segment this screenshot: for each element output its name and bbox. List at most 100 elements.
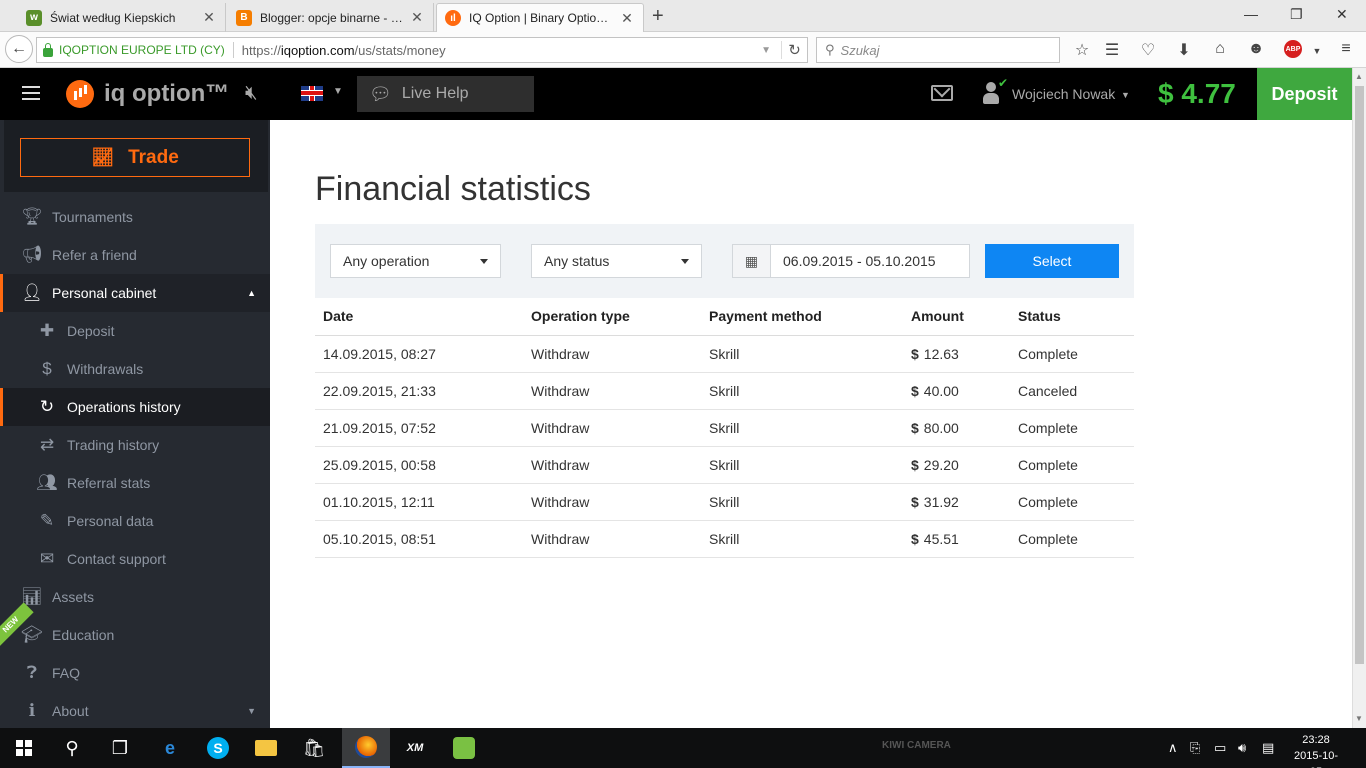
url-text[interactable]: https://iqoption.com/us/stats/money xyxy=(242,43,761,58)
row-operation-type: Withdraw xyxy=(523,335,701,373)
question-icon: ❓︎ xyxy=(26,663,38,682)
search-icon[interactable]: ⚲ xyxy=(48,728,96,768)
sidebar-item-personal-cabinet[interactable]: 👤︎ Personal cabinet ▲ xyxy=(0,274,270,312)
reading-list-icon[interactable]: ☰ xyxy=(1102,40,1122,60)
magnifier-icon: ⚲ xyxy=(825,42,835,57)
sidebar-item-refer-a-friend[interactable]: 📢︎ Refer a friend xyxy=(0,236,270,274)
caret-down-icon xyxy=(681,259,689,264)
operation-filter-select[interactable]: Any operation xyxy=(330,244,501,278)
sidebar-item-about[interactable]: ℹ︎ About ▼ xyxy=(0,692,270,730)
close-tab-icon[interactable]: ✕ xyxy=(619,10,635,27)
close-tab-icon[interactable]: ✕ xyxy=(201,9,217,26)
mute-speaker-icon[interactable]: 🔇︎ xyxy=(245,82,258,105)
reload-icon[interactable]: ↻ xyxy=(781,41,807,59)
system-clock[interactable]: 23:28 2015-10-05 xyxy=(1290,732,1342,768)
sidebar-item-referral-stats[interactable]: 👥︎ Referral stats xyxy=(0,464,270,502)
caret-down-icon[interactable]: ▼ xyxy=(333,86,343,97)
network-icon[interactable]: ⎘ xyxy=(1190,740,1200,756)
close-window-icon[interactable]: ✕ xyxy=(1336,6,1348,23)
uk-flag-icon[interactable] xyxy=(301,86,323,101)
task-view-icon[interactable]: ❐ xyxy=(96,728,144,768)
leaf-favicon-icon: w xyxy=(26,9,42,26)
file-explorer-folder-icon[interactable] xyxy=(242,728,290,768)
search-placeholder: Szukaj xyxy=(840,42,880,58)
adblock-icon[interactable]: ABP xyxy=(1284,40,1302,58)
sidebar-item-faq[interactable]: ❓︎ FAQ xyxy=(0,654,270,692)
deposit-button[interactable]: Deposit xyxy=(1257,68,1352,120)
home-icon[interactable]: ⌂ xyxy=(1210,40,1230,58)
row-payment-method: Skrill xyxy=(701,372,903,410)
download-arrow-icon[interactable]: ⬇ xyxy=(1174,40,1194,60)
new-tab-plus-icon[interactable]: + xyxy=(652,6,664,26)
sidebar-item-trading-history[interactable]: ⇄ Trading history xyxy=(0,426,270,464)
user-icon[interactable] xyxy=(983,82,999,104)
kiwi-camera-watermark: KIWI CAMERA xyxy=(882,740,951,751)
bookmark-star-icon[interactable]: ☆ xyxy=(1072,40,1092,60)
firefox-icon[interactable] xyxy=(342,728,390,768)
sidebar-item-contact-support[interactable]: ✉ Contact support xyxy=(0,540,270,578)
sidebar-item-assets[interactable]: 📊︎ Assets xyxy=(0,578,270,616)
browser-tab-2[interactable]: B Blogger: opcje binarne - S... ✕ xyxy=(228,3,434,32)
site-identity[interactable]: IQOPTION EUROPE LTD (CY) xyxy=(59,43,225,57)
scrollbar-thumb[interactable] xyxy=(1355,86,1364,664)
browser-tab-1[interactable]: w Świat według Kiepskich ✕ xyxy=(18,3,226,32)
status-filter-select[interactable]: Any status xyxy=(531,244,702,278)
row-operation-type: Withdraw xyxy=(523,520,701,558)
megaphone-icon: 📢︎ xyxy=(21,245,43,264)
info-icon: ℹ︎ xyxy=(28,701,36,720)
blogger-favicon-icon: B xyxy=(236,9,252,26)
sidebar-item-personal-data[interactable]: ✎ Personal data xyxy=(0,502,270,540)
store-bag-icon[interactable]: 🛍︎ xyxy=(290,728,338,768)
browser-tab-title: Blogger: opcje binarne - S... xyxy=(260,10,403,25)
browser-tab-bar: w Świat według Kiepskich ✕ B Blogger: op… xyxy=(0,0,1366,32)
caret-down-icon[interactable]: ▼ xyxy=(1121,90,1130,100)
row-amount: $45.51 xyxy=(903,520,1010,558)
envelope-icon[interactable] xyxy=(931,85,953,101)
page-scrollbar[interactable]: ▲ ▼ xyxy=(1352,68,1366,728)
dollar-icon: $ xyxy=(911,530,919,547)
close-tab-icon[interactable]: ✕ xyxy=(409,9,425,26)
url-dropdown-icon[interactable]: ▼ xyxy=(761,45,771,56)
verified-check-icon: ✔ xyxy=(998,76,1009,90)
sidebar-item-tournaments[interactable]: 🏆︎ Tournaments xyxy=(0,198,270,236)
back-arrow-icon[interactable]: ← xyxy=(5,35,33,63)
green-app-icon[interactable] xyxy=(440,728,488,768)
select-button[interactable]: Select xyxy=(985,244,1119,278)
iqoption-logo-icon[interactable] xyxy=(66,80,94,108)
monitor-icon[interactable]: ▭ xyxy=(1214,740,1226,756)
account-balance: $ 4.77 xyxy=(1158,78,1236,109)
minimize-icon[interactable]: — xyxy=(1244,6,1258,22)
smiley-icon[interactable]: ☻ xyxy=(1246,40,1266,58)
scroll-down-arrow-icon[interactable]: ▼ xyxy=(1355,714,1363,723)
menu-hamburger-icon[interactable] xyxy=(22,86,40,100)
user-name[interactable]: Wojciech Nowak xyxy=(1012,86,1115,102)
scroll-up-arrow-icon[interactable]: ▲ xyxy=(1355,72,1363,81)
skype-icon[interactable]: S xyxy=(194,728,242,768)
notifications-icon[interactable]: ▤ xyxy=(1262,740,1274,756)
trade-button[interactable]: 📈︎ Trade xyxy=(20,138,250,177)
app-header: iq option™ 🔇︎ ▼ 💬︎ Live Help ✔ Wojciech … xyxy=(0,68,1352,120)
calendar-icon[interactable]: ▦ xyxy=(733,245,771,277)
sidebar-item-deposit[interactable]: ✚ Deposit xyxy=(0,312,270,350)
browser-tab-3[interactable]: ıl IQ Option | Binary Options... ✕ xyxy=(436,3,644,32)
xm-app-icon[interactable]: XM xyxy=(391,728,439,768)
restore-icon[interactable]: ❐ xyxy=(1290,6,1303,23)
edge-browser-icon[interactable]: e xyxy=(146,728,194,768)
logo-text[interactable]: iq option™ xyxy=(104,80,229,108)
pocket-icon[interactable]: ♡ xyxy=(1138,40,1158,60)
url-bar[interactable]: IQOPTION EUROPE LTD (CY) https://iqoptio… xyxy=(36,37,808,63)
sidebar-item-education[interactable]: 🎓︎ Education xyxy=(0,616,270,654)
row-status: Complete xyxy=(1010,520,1134,558)
menu-hamburger-icon[interactable]: ≡ xyxy=(1336,40,1356,58)
chevron-up-icon[interactable]: ∧ xyxy=(1168,740,1178,756)
volume-icon[interactable]: 🔊︎ xyxy=(1238,740,1246,756)
sidebar-item-withdrawals[interactable]: $ Withdrawals xyxy=(0,350,270,388)
chevron-down-icon[interactable]: ▼ xyxy=(1307,46,1327,56)
browser-search-input[interactable]: ⚲ Szukaj xyxy=(816,37,1060,63)
live-help-button[interactable]: 💬︎ Live Help xyxy=(357,76,534,112)
live-help-label: Live Help xyxy=(401,85,469,102)
date-range-input[interactable]: ▦ 06.09.2015 - 05.10.2015 xyxy=(732,244,970,278)
windows-start-icon[interactable] xyxy=(0,728,48,768)
refresh-icon: ↻ xyxy=(39,397,55,416)
sidebar-item-operations-history[interactable]: ↻ Operations history xyxy=(0,388,270,426)
